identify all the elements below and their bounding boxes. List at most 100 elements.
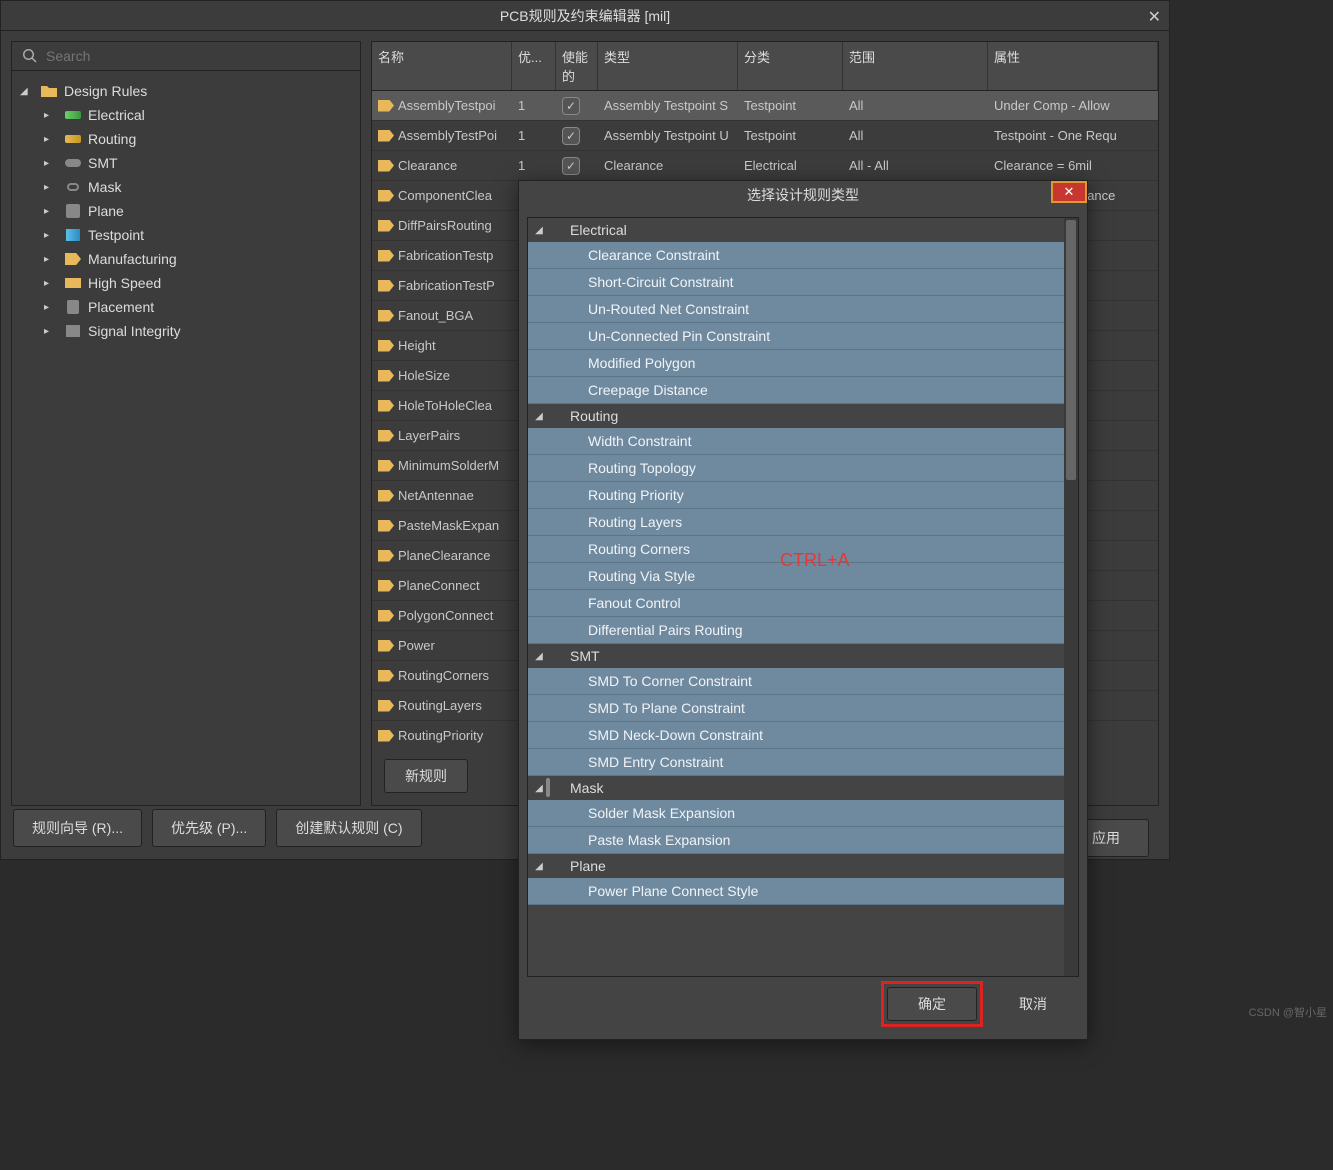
rule-type-item[interactable]: Solder Mask Expansion — [528, 800, 1078, 827]
group-label: Mask — [570, 780, 603, 796]
rule-type: Assembly Testpoint S — [598, 98, 738, 113]
expand-icon: ◢ — [532, 651, 546, 662]
rule-type-item[interactable]: Routing Priority — [528, 482, 1078, 509]
tree-item-routing[interactable]: ▸Routing — [42, 127, 354, 151]
tree-item-manufacturing[interactable]: ▸Manufacturing — [42, 247, 354, 271]
expand-icon: ◢ — [20, 86, 34, 97]
chevron-right-icon: ▸ — [44, 326, 58, 337]
grid-header: 名称 优... 使能的 类型 分类 范围 属性 — [372, 42, 1158, 91]
rule-type-item[interactable]: Modified Polygon — [528, 350, 1078, 377]
rule-type-item[interactable]: SMD Entry Constraint — [528, 749, 1078, 776]
search-input[interactable] — [46, 48, 350, 64]
rule-icon — [378, 550, 394, 562]
rule-name: FabricationTestP — [398, 278, 495, 293]
dialog-titlebar: 选择设计规则类型 ✕ — [519, 181, 1087, 209]
create-defaults-button[interactable]: 创建默认规则 (C) — [276, 809, 421, 847]
rule-name: AssemblyTestpoi — [398, 98, 496, 113]
col-enabled[interactable]: 使能的 — [556, 42, 598, 90]
rule-type-item[interactable]: Differential Pairs Routing — [528, 617, 1078, 644]
cancel-button[interactable]: 取消 — [997, 981, 1069, 1027]
rule-type-item[interactable]: Routing Topology — [528, 455, 1078, 482]
rule-type-item[interactable]: Width Constraint — [528, 428, 1078, 455]
tree-item-electrical[interactable]: ▸Electrical — [42, 103, 354, 127]
folder-icon — [38, 83, 60, 99]
col-category[interactable]: 分类 — [738, 42, 843, 90]
rules-tree-panel: ◢ Design Rules ▸Electrical▸Routing▸SMT▸M… — [11, 41, 361, 806]
rule-name: PolygonConnect — [398, 608, 493, 623]
chevron-right-icon: ▸ — [44, 158, 58, 169]
table-row[interactable]: AssemblyTestPoi1✓Assembly Testpoint UTes… — [372, 121, 1158, 151]
tree-item-testpoint[interactable]: ▸Testpoint — [42, 223, 354, 247]
rule-type-item[interactable]: SMD To Corner Constraint — [528, 668, 1078, 695]
scrollbar-thumb[interactable] — [1066, 220, 1076, 480]
tree-item-high-speed[interactable]: ▸High Speed — [42, 271, 354, 295]
rule-type-item[interactable]: Power Plane Connect Style — [528, 878, 1078, 905]
col-type[interactable]: 类型 — [598, 42, 738, 90]
group-label: Routing — [570, 408, 618, 424]
rule-priority: 1 — [512, 128, 556, 143]
rule-type-item[interactable]: Clearance Constraint — [528, 242, 1078, 269]
rule-type-item[interactable]: Un-Routed Net Constraint — [528, 296, 1078, 323]
priority-button[interactable]: 优先级 (P)... — [152, 809, 266, 847]
rule-type-item[interactable]: Un-Connected Pin Constraint — [528, 323, 1078, 350]
tree-item-mask[interactable]: ▸ Mask — [42, 175, 354, 199]
rule-icon — [378, 400, 394, 412]
tree-item-placement[interactable]: ▸Placement — [42, 295, 354, 319]
enabled-checkbox[interactable]: ✓ — [562, 97, 580, 115]
rule-name: LayerPairs — [398, 428, 460, 443]
rule-icon — [378, 160, 394, 172]
dialog-group-mask[interactable]: ◢Mask — [528, 776, 1078, 800]
dialog-group-electrical[interactable]: ◢ Electrical — [528, 218, 1078, 242]
rule-name: ComponentClea — [398, 188, 492, 203]
dialog-body: ◢ Electrical Clearance ConstraintShort-Cir… — [527, 217, 1079, 977]
tree-item-signal-integrity[interactable]: ▸Signal Integrity — [42, 319, 354, 343]
search-box[interactable] — [12, 42, 360, 71]
col-name[interactable]: 名称 — [372, 42, 512, 90]
category-icon — [62, 323, 84, 339]
rule-icon — [378, 490, 394, 502]
col-priority[interactable]: 优... — [512, 42, 556, 90]
category-icon — [546, 858, 566, 874]
group-label: Electrical — [570, 222, 627, 238]
rule-type-item[interactable]: SMD Neck-Down Constraint — [528, 722, 1078, 749]
new-rule-button[interactable]: 新规则 — [384, 759, 468, 793]
rule-icon — [378, 730, 394, 742]
rule-type-item[interactable]: SMD To Plane Constraint — [528, 695, 1078, 722]
rule-icon — [378, 310, 394, 322]
chevron-right-icon: ▸ — [44, 182, 58, 193]
close-icon[interactable]: ✕ — [1148, 7, 1161, 27]
search-icon — [22, 48, 38, 64]
tree-root[interactable]: ◢ Design Rules — [18, 79, 354, 103]
rule-icon — [378, 520, 394, 532]
dialog-close-button[interactable]: ✕ — [1051, 181, 1087, 203]
rule-wizard-button[interactable]: 规则向导 (R)... — [13, 809, 142, 847]
enabled-checkbox[interactable]: ✓ — [562, 157, 580, 175]
table-row[interactable]: AssemblyTestpoi1✓Assembly Testpoint STes… — [372, 91, 1158, 121]
dialog-group-plane[interactable]: ◢Plane — [528, 854, 1078, 878]
rule-icon — [378, 610, 394, 622]
rule-type-item[interactable]: Fanout Control — [528, 590, 1078, 617]
col-attributes[interactable]: 属性 — [988, 42, 1158, 90]
expand-icon: ◢ — [532, 225, 546, 236]
rule-name: Fanout_BGA — [398, 308, 473, 323]
dialog-group-smt[interactable]: ◢SMT — [528, 644, 1078, 668]
rule-type-item[interactable]: Short-Circuit Constraint — [528, 269, 1078, 296]
tree-item-smt[interactable]: ▸SMT — [42, 151, 354, 175]
ok-button[interactable]: 确定 — [887, 987, 977, 1021]
scrollbar[interactable] — [1064, 218, 1078, 976]
col-scope[interactable]: 范围 — [843, 42, 988, 90]
tree-item-plane[interactable]: ▸Plane — [42, 199, 354, 223]
rule-name: NetAntennae — [398, 488, 474, 503]
rule-name: PlaneConnect — [398, 578, 480, 593]
chevron-right-icon: ▸ — [44, 134, 58, 145]
rule-type-item[interactable]: Creepage Distance — [528, 377, 1078, 404]
chevron-right-icon: ▸ — [44, 302, 58, 313]
table-row[interactable]: Clearance1✓ClearanceElectricalAll - AllC… — [372, 151, 1158, 181]
enabled-checkbox[interactable]: ✓ — [562, 127, 580, 145]
dialog-group-routing[interactable]: ◢Routing — [528, 404, 1078, 428]
tree-item-label: Mask — [88, 179, 121, 195]
rule-type-item[interactable]: Paste Mask Expansion — [528, 827, 1078, 854]
rule-type-item[interactable]: Routing Layers — [528, 509, 1078, 536]
category-icon — [546, 408, 566, 424]
ctrl-a-annotation: CTRL+A — [780, 550, 850, 571]
